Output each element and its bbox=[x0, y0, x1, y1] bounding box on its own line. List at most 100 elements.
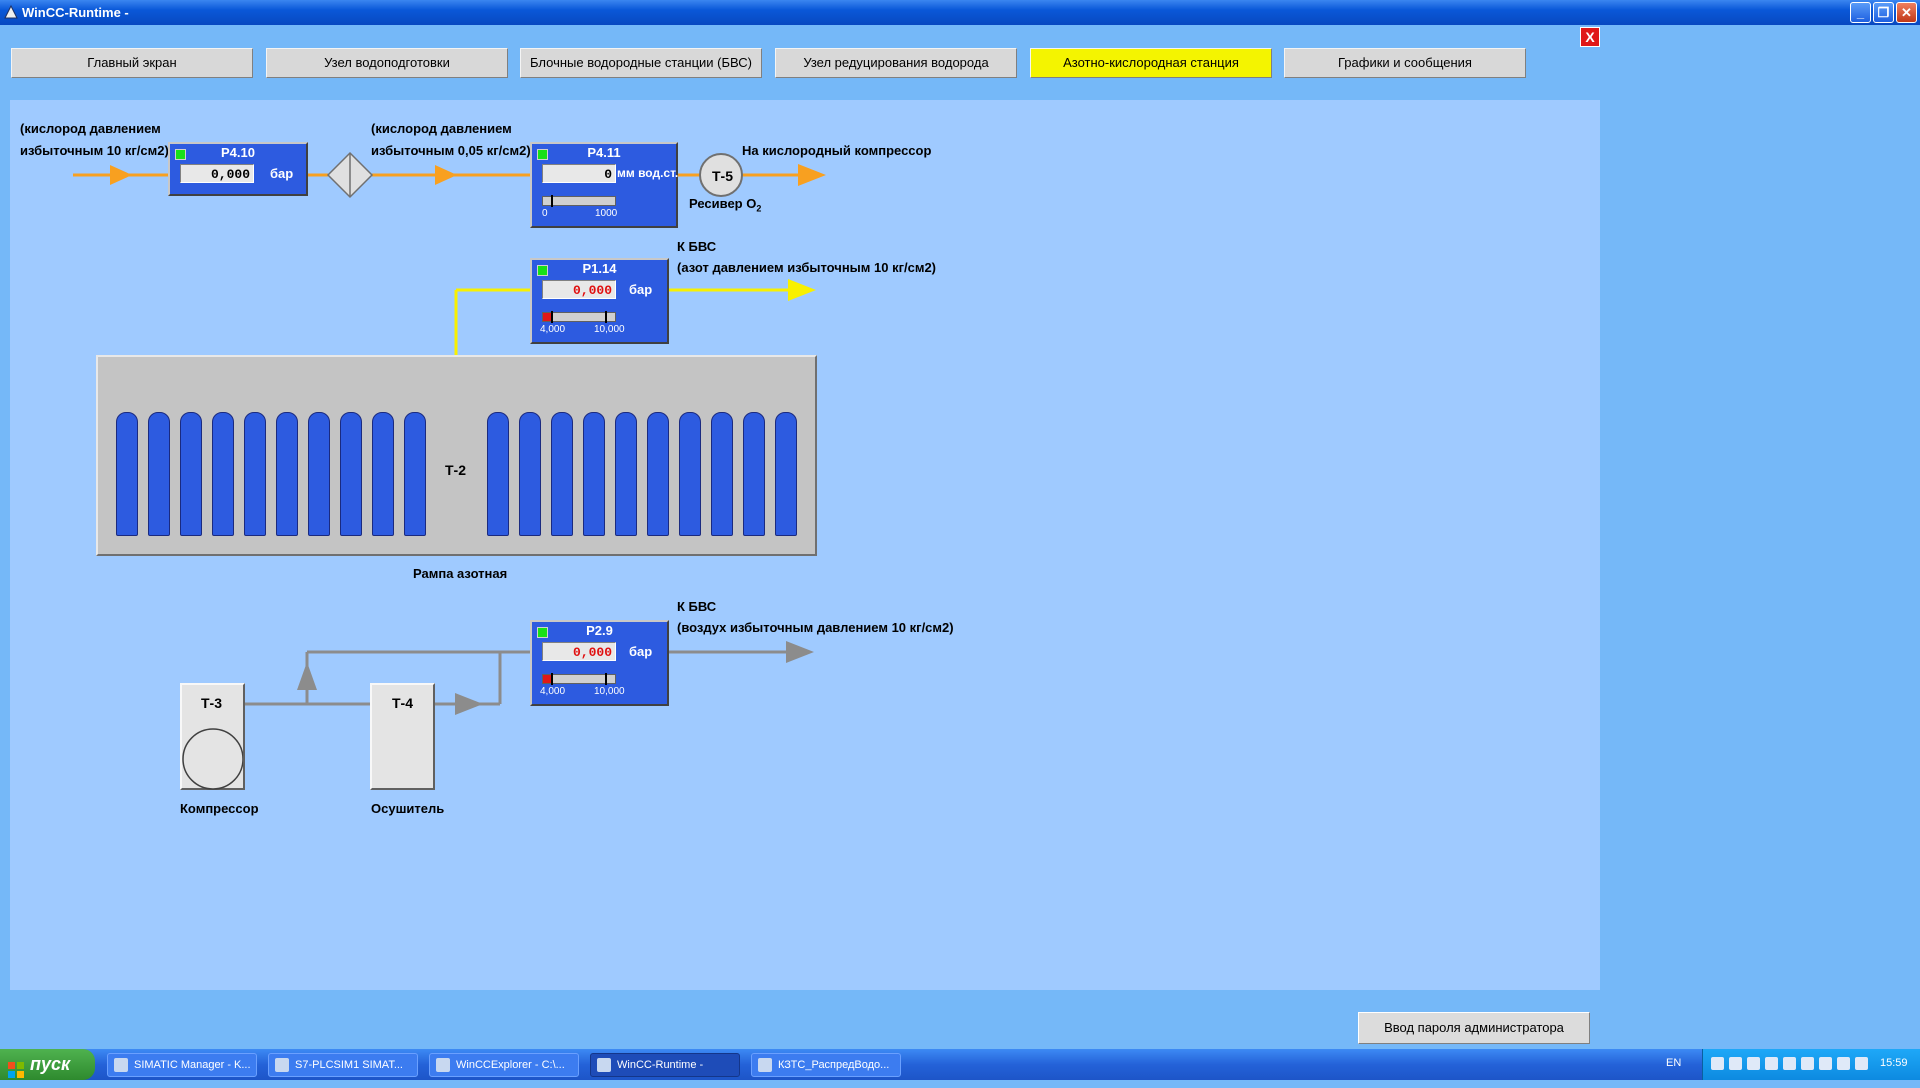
nitrogen-cylinder bbox=[180, 412, 202, 536]
air-destination-label-1: К БВС bbox=[677, 599, 717, 614]
plcsim-icon bbox=[275, 1058, 289, 1072]
pressure-unit: бар bbox=[629, 282, 653, 297]
nitrogen-cylinder bbox=[615, 412, 637, 536]
tray-display-icon[interactable] bbox=[1747, 1057, 1760, 1070]
tray-security-icon[interactable] bbox=[1783, 1057, 1796, 1070]
simatic-icon bbox=[114, 1058, 128, 1072]
wincc-runtime-icon bbox=[597, 1058, 611, 1072]
tray-tool-icon[interactable] bbox=[1819, 1057, 1832, 1070]
scale-max: 10,000 bbox=[594, 686, 625, 697]
compressor-tag: Т-3 bbox=[201, 695, 222, 711]
pressure-unit: бар bbox=[270, 166, 294, 181]
instrument-p1-14[interactable]: P1.14 0,000 бар 4,000 10,000 bbox=[530, 258, 669, 344]
task-simatic-manager[interactable]: SIMATIC Manager - K... bbox=[107, 1053, 257, 1077]
nitrogen-cylinder bbox=[743, 412, 765, 536]
instrument-tag: P2.9 bbox=[586, 623, 613, 638]
nitrogen-cylinder bbox=[519, 412, 541, 536]
oxygen-inlet-label-2: избыточным 10 кг/см2) bbox=[20, 143, 169, 158]
task-wincc-explorer[interactable]: WinCCExplorer - C:\... bbox=[429, 1053, 579, 1077]
dryer-name: Осушитель bbox=[371, 801, 445, 816]
tray-volume-icon[interactable] bbox=[1855, 1057, 1868, 1070]
windows-logo-icon bbox=[8, 1057, 24, 1078]
instrument-p4-11[interactable]: P4.11 0 мм вод.ст. 0 1000 bbox=[530, 142, 678, 228]
low-limit-marker bbox=[551, 311, 553, 323]
start-label: пуск bbox=[30, 1054, 71, 1074]
nitrogen-cylinder bbox=[148, 412, 170, 536]
level-bar bbox=[542, 311, 616, 323]
oxygen-mid-label-1: (кислород давлением bbox=[371, 121, 512, 136]
scale-min: 0 bbox=[542, 208, 548, 219]
task-label: WinCC-Runtime - bbox=[617, 1059, 704, 1071]
scale-min: 4,000 bbox=[540, 686, 566, 697]
oxygen-mid-label-2: избыточным 0,05 кг/см2) bbox=[371, 143, 531, 158]
compressor-icon bbox=[182, 728, 243, 790]
nitrogen-cylinder bbox=[583, 412, 605, 536]
clock: 15:59 bbox=[1880, 1057, 1908, 1069]
nitrogen-cylinder bbox=[308, 412, 330, 536]
tray-flag-icon[interactable] bbox=[1837, 1057, 1850, 1070]
nitrogen-cylinder bbox=[647, 412, 669, 536]
pressure-value: 0,000 bbox=[542, 642, 616, 661]
scale-max: 1000 bbox=[595, 208, 618, 219]
task-project[interactable]: КЗТС_РаспредВодо... bbox=[751, 1053, 901, 1077]
tray-sync-icon[interactable] bbox=[1801, 1057, 1814, 1070]
nitrogen-cylinder bbox=[244, 412, 266, 536]
instrument-tag: P4.11 bbox=[587, 145, 621, 160]
nitrogen-ramp bbox=[96, 355, 817, 556]
nitrogen-cylinder bbox=[276, 412, 298, 536]
compressor-name: Компрессор bbox=[180, 801, 259, 816]
ramp-name: Рампа азотная bbox=[413, 566, 508, 581]
air-destination-label-2: (воздух избыточным давлением 10 кг/см2) bbox=[677, 620, 954, 635]
level-bar bbox=[542, 673, 616, 685]
pressure-value: 0,000 bbox=[180, 164, 254, 183]
task-wincc-runtime[interactable]: WinCC-Runtime - bbox=[590, 1053, 740, 1077]
project-icon bbox=[758, 1058, 772, 1072]
nitrogen-cylinder bbox=[212, 412, 234, 536]
start-button[interactable]: пуск bbox=[0, 1049, 95, 1080]
instrument-p4-10[interactable]: P4.10 0,000 бар bbox=[168, 142, 308, 196]
nitrogen-cylinder bbox=[372, 412, 394, 536]
nitrogen-cylinder bbox=[679, 412, 701, 536]
receiver-name: Ресивер O bbox=[689, 196, 757, 211]
wincc-explorer-icon bbox=[436, 1058, 450, 1072]
setpoint-marker bbox=[551, 195, 553, 207]
pressure-value: 0 bbox=[542, 164, 616, 183]
task-label: WinCCExplorer - C:\... bbox=[456, 1059, 565, 1071]
language-indicator[interactable]: EN bbox=[1666, 1057, 1681, 1069]
instrument-tag: P4.10 bbox=[221, 145, 255, 160]
ramp-tag: Т-2 bbox=[445, 462, 466, 478]
nitrogen-cylinder bbox=[711, 412, 733, 536]
tray-keyboard-icon[interactable] bbox=[1765, 1057, 1778, 1070]
pressure-unit: мм вод.ст. bbox=[617, 166, 679, 180]
task-label: КЗТС_РаспредВодо... bbox=[778, 1059, 890, 1071]
nitrogen-cylinder bbox=[340, 412, 362, 536]
task-label: SIMATIC Manager - K... bbox=[134, 1059, 251, 1071]
tray-monitor-icon[interactable] bbox=[1729, 1057, 1742, 1070]
pressure-value: 0,000 bbox=[542, 280, 616, 299]
scale-min: 4,000 bbox=[540, 324, 566, 335]
instrument-tag: P1.14 bbox=[582, 261, 617, 276]
low-limit-marker bbox=[551, 673, 553, 685]
scale-max: 10,000 bbox=[594, 324, 625, 335]
receiver-tag: Т-5 bbox=[712, 168, 733, 184]
nitrogen-cylinder bbox=[116, 412, 138, 536]
oxygen-compressor-label: На кислородный компрессор bbox=[742, 143, 932, 158]
instrument-p2-9[interactable]: P2.9 0,000 бар 4,000 10,000 bbox=[530, 620, 669, 706]
dryer-tag: Т-4 bbox=[392, 695, 413, 711]
nitrogen-destination-label-1: К БВС bbox=[677, 239, 717, 254]
task-plcsim[interactable]: S7-PLCSIM1 SIMAT... bbox=[268, 1053, 418, 1077]
nitrogen-cylinder bbox=[404, 412, 426, 536]
valve-icon bbox=[326, 151, 374, 199]
nitrogen-cylinder bbox=[551, 412, 573, 536]
receiver-label: Ресивер O2 bbox=[689, 196, 761, 214]
nitrogen-destination-label-2: (азот давлением избыточным 10 кг/см2) bbox=[677, 260, 937, 275]
nitrogen-cylinder bbox=[487, 412, 509, 536]
oxygen-inlet-label-1: (кислород давлением bbox=[20, 121, 161, 136]
pressure-unit: бар bbox=[629, 644, 653, 659]
high-limit-marker bbox=[605, 673, 607, 685]
receiver-subscript: 2 bbox=[756, 203, 762, 214]
task-label: S7-PLCSIM1 SIMAT... bbox=[295, 1059, 403, 1071]
level-bar bbox=[542, 195, 616, 207]
tray-network-icon[interactable] bbox=[1711, 1057, 1724, 1070]
admin-password-button[interactable]: Ввод пароля администратора bbox=[1358, 1012, 1590, 1044]
